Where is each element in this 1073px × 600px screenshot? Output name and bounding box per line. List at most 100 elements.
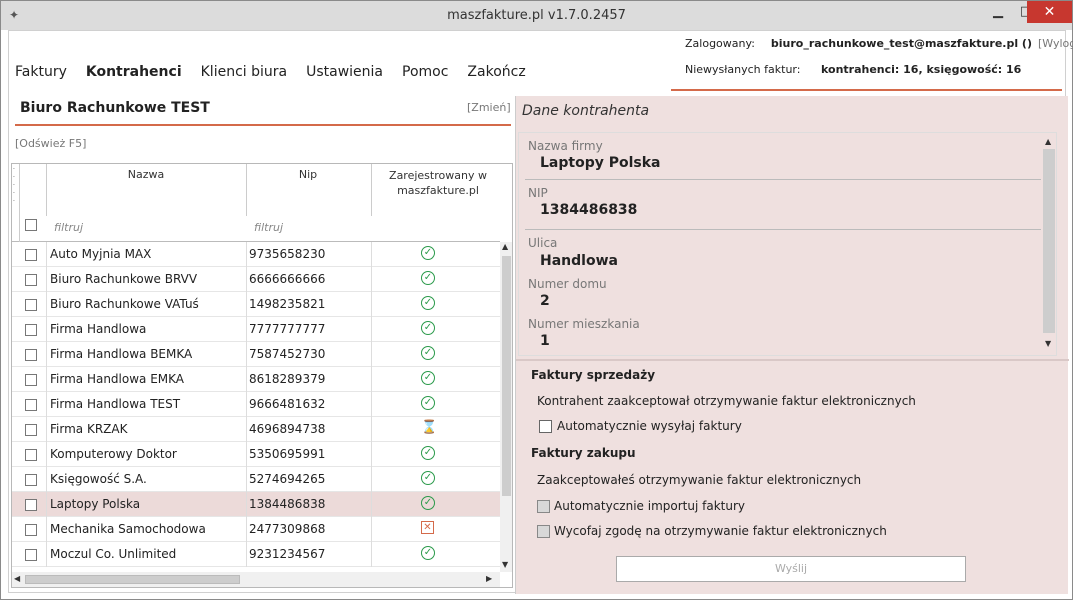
col-sep [246, 517, 247, 542]
table-row[interactable]: Laptopy Polska 1384486838 ✓ [12, 492, 500, 517]
table-row[interactable]: Biuro Rachunkowe BRVV 6666666666 ✓ [12, 267, 500, 292]
menu-item-0[interactable]: Faktury [15, 64, 67, 80]
table-row[interactable]: Księgowość S.A. 5274694265 ✓ [12, 467, 500, 492]
row-name: Firma Handlowa [50, 322, 147, 336]
table-row[interactable]: Firma Handlowa EMKA 8618289379 ✓ [12, 367, 500, 392]
table-row[interactable]: Firma Handlowa BEMKA 7587452730 ✓ [12, 342, 500, 367]
table-row[interactable]: Firma Handlowa 7777777777 ✓ [12, 317, 500, 342]
send-button[interactable]: Wyślij [616, 556, 966, 582]
scroll-down-icon[interactable]: ▼ [1045, 339, 1051, 348]
field-value: 2 [540, 293, 550, 309]
auto-send-label[interactable]: Automatycznie wysyłaj faktury [557, 419, 742, 433]
row-checkbox[interactable] [25, 249, 37, 261]
scroll-down-icon[interactable]: ▼ [502, 560, 508, 569]
menu-item-4[interactable]: Pomoc [402, 64, 448, 80]
menu-item-3[interactable]: Ustawienia [306, 64, 383, 80]
auto-import-label[interactable]: Automatycznie importuj faktury [554, 499, 745, 513]
grid-header: · · · · · Nazwa Nip Zarejestrowany w maszfak… [12, 164, 500, 242]
unsent-value: kontrahenci: 16, księgowość: 16 [821, 63, 1022, 76]
row-nip: 6666666666 [249, 272, 326, 286]
col-sep [46, 342, 47, 367]
close-icon[interactable]: ✕ [1027, 1, 1072, 23]
col-sep [46, 442, 47, 467]
table-row[interactable]: Firma Handlowa TEST 9666481632 ✓ [12, 392, 500, 417]
table-row[interactable]: Biuro Rachunkowe VATuś 1498235821 ✓ [12, 292, 500, 317]
purchase-title: Faktury zakupu [531, 446, 636, 460]
col-sep [371, 342, 372, 367]
row-checkbox[interactable] [25, 549, 37, 561]
row-checkbox[interactable] [25, 374, 37, 386]
menu-item-2[interactable]: Klienci biura [201, 64, 287, 80]
logged-label: Zalogowany: [685, 37, 755, 50]
window-title: maszfakture.pl v1.7.0.2457 [447, 8, 626, 23]
row-nip: 8618289379 [249, 372, 326, 386]
name-filter-input[interactable]: filtruj [54, 221, 83, 234]
row-checkbox[interactable] [25, 299, 37, 311]
row-name: Moczul Co. Unlimited [50, 547, 177, 561]
row-checkbox[interactable] [25, 474, 37, 486]
row-nip: 1384486838 [249, 497, 326, 511]
unsent-label: Niewysłanych faktur: [685, 63, 801, 76]
registered-check-icon: ✓ [421, 296, 437, 312]
grid-horizontal-scrollbar[interactable]: ◀ ▶ [12, 572, 500, 587]
table-row[interactable]: Mechanika Samochodowa 2477309868 ✕ [12, 517, 500, 542]
auto-send-checkbox[interactable] [539, 420, 552, 433]
details-scroll-thumb[interactable] [1043, 149, 1055, 333]
table-row[interactable]: Auto Myjnia MAX 9735658230 ✓ [12, 242, 500, 267]
vertical-scroll-thumb[interactable] [502, 256, 511, 496]
col-sep [19, 164, 20, 242]
scroll-up-icon[interactable]: ▲ [502, 242, 508, 251]
refresh-link[interactable]: [Odśwież F5] [15, 137, 86, 150]
row-name: Firma KRZAK [50, 422, 128, 436]
col-sep [371, 417, 372, 442]
row-checkbox[interactable] [25, 449, 37, 461]
main-menu: Faktury Kontrahenci Klienci biura Ustawieni… [15, 64, 545, 80]
scroll-up-icon[interactable]: ▲ [1045, 137, 1051, 146]
auto-import-checkbox[interactable] [537, 500, 550, 513]
col-sep [246, 467, 247, 492]
table-row[interactable]: Firma KRZAK 4696894738 ⌛ [12, 417, 500, 442]
details-scrollbar[interactable]: ▲ ▼ [1041, 133, 1056, 355]
unsent-info: Niewysłanych faktur: kontrahenci: 16, ksi… [685, 63, 1021, 76]
withdraw-consent-checkbox[interactable] [537, 525, 550, 538]
col-header-registered[interactable]: Zarejestrowany w maszfakture.pl [377, 168, 499, 198]
scroll-right-icon[interactable]: ▶ [486, 574, 492, 583]
row-checkbox[interactable] [25, 349, 37, 361]
table-row[interactable]: Moczul Co. Unlimited 9231234567 ✓ [12, 542, 500, 567]
select-all-checkbox[interactable] [25, 219, 37, 231]
col-header-name[interactable]: Nazwa [46, 168, 246, 181]
field-divider [525, 179, 1041, 180]
col-header-nip[interactable]: Nip [246, 168, 370, 181]
col-sep [371, 442, 372, 467]
logout-link[interactable]: [Wyloguj] [1038, 37, 1073, 50]
col-sep [246, 367, 247, 392]
col-sep [371, 517, 372, 542]
row-checkbox[interactable] [25, 274, 37, 286]
row-nip: 9666481632 [249, 397, 326, 411]
registered-check-icon: ✓ [421, 321, 437, 337]
row-checkbox[interactable] [25, 399, 37, 411]
field-label: NIP [528, 186, 548, 200]
row-checkbox[interactable] [25, 424, 37, 436]
scroll-left-icon[interactable]: ◀ [14, 574, 20, 583]
row-name: Firma Handlowa EMKA [50, 372, 185, 386]
withdraw-consent-label[interactable]: Wycofaj zgodę na otrzymywanie faktur ele… [554, 524, 887, 538]
table-row[interactable]: Komputerowy Doktor 5350695991 ✓ [12, 442, 500, 467]
horizontal-scroll-thumb[interactable] [25, 575, 240, 584]
title-bar: ✦ maszfakture.pl v1.7.0.2457 ▁ □ ✕ [1, 1, 1072, 30]
menu-item-1[interactable]: Kontrahenci [86, 64, 182, 80]
row-checkbox[interactable] [25, 324, 37, 336]
row-name: Laptopy Polska [50, 497, 141, 511]
registered-check-icon: ✓ [421, 471, 437, 487]
registered-check-icon: ✓ [421, 346, 437, 362]
row-checkbox[interactable] [25, 524, 37, 536]
grid-vertical-scrollbar[interactable]: ▲ ▼ [500, 242, 512, 572]
nip-filter-input[interactable]: filtruj [254, 221, 283, 234]
col-sep [371, 242, 372, 267]
company-title: Biuro Rachunkowe TEST [20, 100, 210, 116]
col-sep [246, 242, 247, 267]
menu-item-5[interactable]: Zakończ [467, 64, 525, 80]
minimize-icon[interactable]: ▁ [984, 1, 1012, 23]
row-checkbox[interactable] [25, 499, 37, 511]
change-company-link[interactable]: [Zmień] [467, 101, 511, 114]
